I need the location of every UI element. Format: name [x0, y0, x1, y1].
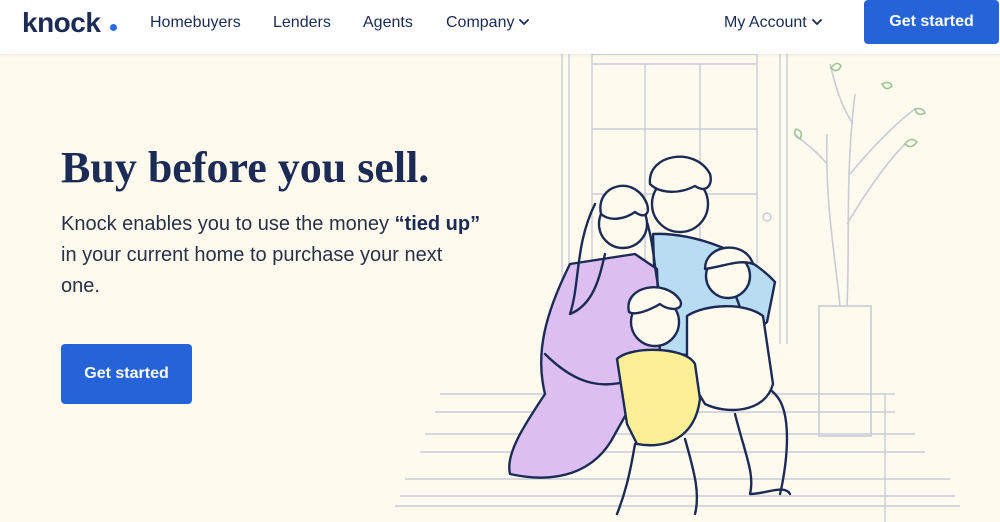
nav-company[interactable]: Company [446, 14, 530, 32]
chevron-down-icon [519, 19, 530, 26]
nav-get-started-button[interactable]: Get started [864, 0, 999, 44]
hero-desc-text-1: Knock enables you to use the money [61, 213, 395, 235]
hero-title: Buy before you sell. [61, 143, 430, 192]
nav-homebuyers[interactable]: Homebuyers [150, 14, 241, 32]
logo-dot-icon [110, 24, 117, 31]
hero-desc-text-2: in your current home to purchase your ne… [61, 244, 443, 297]
top-navbar: knock Homebuyers Lenders Agents Company … [0, 0, 1000, 54]
hero-get-started-button[interactable]: Get started [61, 344, 192, 404]
chevron-down-icon [811, 19, 822, 26]
knock-logo[interactable]: knock [22, 7, 101, 39]
family-illustration [395, 54, 960, 522]
nav-my-account[interactable]: My Account [724, 14, 822, 32]
nav-agents[interactable]: Agents [363, 14, 413, 32]
nav-company-label: Company [446, 14, 515, 31]
potted-plant [793, 62, 926, 437]
nav-lenders[interactable]: Lenders [273, 14, 331, 32]
nav-my-account-label: My Account [724, 14, 807, 31]
